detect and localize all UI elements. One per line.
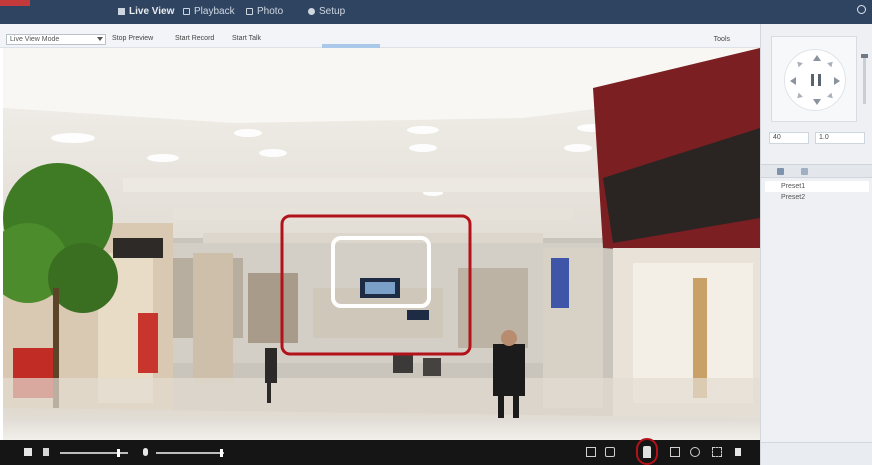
nav-photo[interactable]: Photo [246,6,283,17]
brand-logo [0,0,30,6]
ptz-field-2-value: 1.0 [819,134,829,141]
ptz-field-2[interactable]: 1.0 [815,132,865,144]
mall-camera-feed [3,48,760,440]
chevron-down-icon [97,37,103,41]
preset-list: Preset1 Preset2 [765,181,869,203]
list-item[interactable]: Preset2 [765,192,869,203]
speaker-icon[interactable] [43,448,49,456]
pan-up-right-arrow-icon[interactable] [827,59,835,68]
pan-down-arrow-icon[interactable] [813,99,821,105]
ptz-speed-knob[interactable] [861,54,868,58]
nav-playback-label: Playback [194,6,235,17]
ptz-tabs [761,164,872,178]
digital-zoom-icon[interactable] [670,447,680,457]
start-record-button[interactable]: Start Record [175,34,214,44]
pan-right-arrow-icon[interactable] [834,77,840,85]
ptz-speed-slider[interactable] [861,54,868,104]
stop-icon[interactable] [24,448,32,456]
ptz-field-1[interactable]: 40 [769,132,809,144]
volume-slider-knob[interactable] [116,449,120,457]
top-right-area [851,5,866,14]
microphone-icon[interactable] [143,448,148,456]
pan-up-arrow-icon[interactable] [813,55,821,61]
logout-icon[interactable] [857,5,866,14]
nav-live-view[interactable]: Live View [118,6,174,17]
list-item[interactable]: Preset1 [765,181,869,192]
pan-up-left-arrow-icon[interactable] [795,59,803,68]
nav-setup-label: Setup [319,6,346,17]
setup-gear-icon [308,8,315,15]
3d-positioning-icon[interactable] [643,446,651,458]
live-video-view[interactable] [3,48,760,440]
stream-mode-value: Live View Mode [10,36,60,43]
stop-preview-button[interactable]: Stop Preview [112,34,153,44]
nav-live-view-label: Live View [129,6,175,17]
record-icon[interactable] [605,447,615,457]
patrol-tab-icon[interactable] [801,168,808,175]
fullscreen-icon[interactable] [712,447,722,457]
panel-footer [761,442,872,465]
snapshot-icon[interactable] [586,447,596,457]
pan-left-arrow-icon[interactable] [790,77,796,85]
audio-output-icon[interactable] [735,448,741,456]
live-view-icon [118,8,125,15]
nav-setup[interactable]: Setup [308,6,345,17]
mic-slider[interactable] [156,452,224,454]
top-navigation-bar: Live View Playback Photo Setup [0,0,872,24]
mic-slider-knob[interactable] [219,449,223,457]
ptz-control-panel: 40 1.0 Preset1 Preset2 [760,24,872,465]
ptz-field-1-value: 40 [773,134,781,141]
pan-down-right-arrow-icon[interactable] [827,92,835,101]
nav-photo-label: Photo [257,6,284,17]
ptz-stop-pause-icon[interactable] [811,74,821,86]
start-talk-button[interactable]: Start Talk [232,34,261,44]
live-view-toolbar: Live View Mode Stop Preview Start Record… [0,24,760,48]
photo-icon [246,8,253,15]
nav-playback[interactable]: Playback [183,6,235,17]
ptz-direction-pad [771,36,857,122]
playback-icon [183,8,190,15]
stream-mode-select[interactable]: Live View Mode [6,34,106,45]
tools-label[interactable]: Tools [714,36,730,43]
ptz-ring [784,49,846,111]
preset-tab-icon[interactable] [777,168,784,175]
ratio-icon[interactable] [690,447,700,457]
pan-down-left-arrow-icon[interactable] [795,92,803,101]
